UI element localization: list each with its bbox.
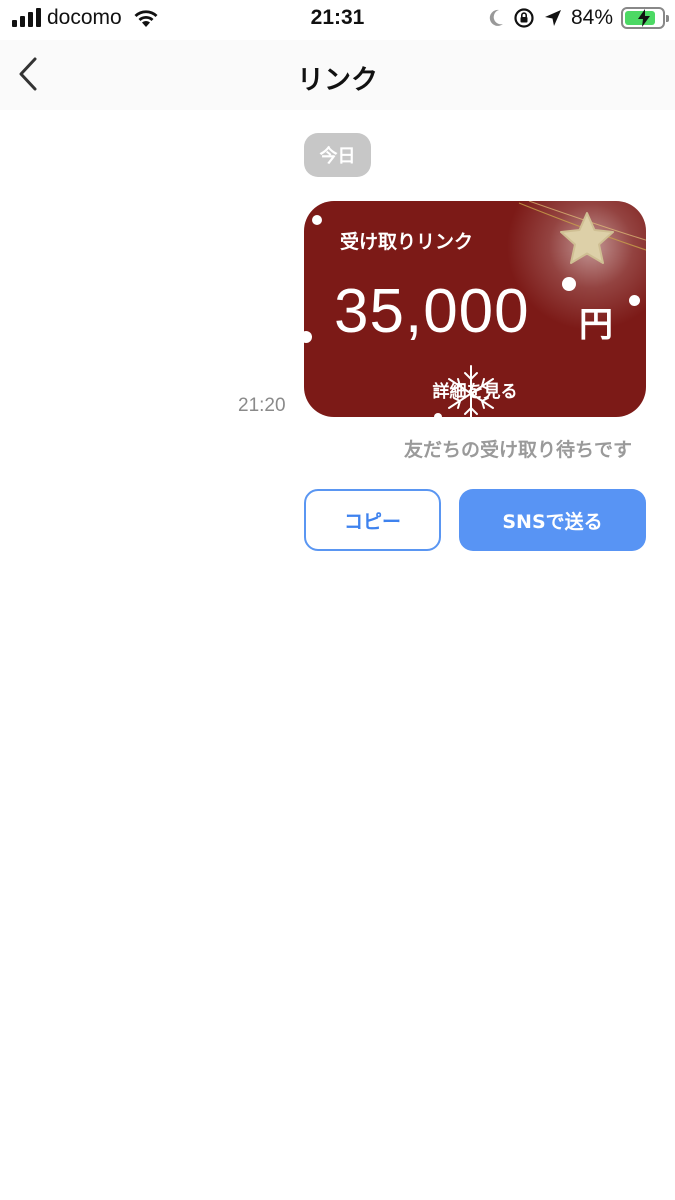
- snow-dot: [434, 413, 442, 417]
- view-details-link[interactable]: 詳細を見る: [304, 377, 646, 402]
- status-right: 84%: [487, 6, 669, 30]
- snow-dot: [312, 215, 322, 225]
- navigation-bar: リンク: [0, 40, 675, 110]
- share-sns-button[interactable]: SNSで送る: [459, 489, 646, 551]
- charging-bolt-icon: [638, 9, 650, 27]
- page-title: リンク: [297, 65, 378, 96]
- location-icon: [544, 10, 561, 26]
- card-label: 受け取りリンク: [340, 231, 474, 253]
- message-timestamp: 21:20: [238, 395, 286, 416]
- moon-icon: [489, 9, 503, 26]
- star-icon: [560, 212, 614, 264]
- battery-percent: 84%: [570, 6, 613, 29]
- battery-icon: [621, 7, 669, 29]
- status-bar: docomo 21:31 84%: [0, 0, 675, 40]
- rotation-lock-icon: [514, 8, 534, 28]
- snow-dot: [629, 295, 640, 306]
- card-currency: 円: [579, 305, 613, 345]
- receive-status-text: 友だちの受け取り待ちです: [404, 439, 633, 461]
- card-amount: 35,000: [334, 277, 530, 346]
- copy-button[interactable]: コピー: [304, 489, 441, 551]
- receive-link-card[interactable]: 受け取りリンク 35,000 円 詳細を見る: [304, 201, 646, 417]
- date-separator: 今日: [304, 133, 371, 177]
- snow-dot: [562, 277, 576, 291]
